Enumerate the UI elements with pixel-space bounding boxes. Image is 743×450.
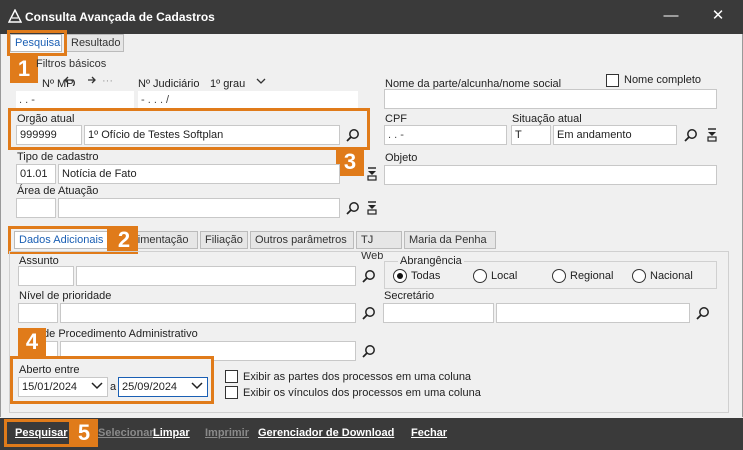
secretary-label: Secretário <box>384 290 435 302</box>
tab-resultado[interactable]: Resultado <box>66 34 124 52</box>
type-name-input[interactable]: Notícia de Fato <box>58 164 340 184</box>
organ-name-input[interactable]: 1º Ofício de Testes Softplan <box>84 125 340 145</box>
close-button[interactable]: ✕ <box>705 5 731 27</box>
chevron-down-icon[interactable] <box>91 382 103 390</box>
callout-badge-4: 4 <box>18 328 46 356</box>
full-name-checkbox[interactable] <box>606 74 619 87</box>
close-form-button[interactable]: Fechar <box>411 427 447 439</box>
status-label: Situação atual <box>512 113 582 125</box>
radio-selected-dot <box>397 273 403 279</box>
callout-frame-5 <box>4 419 72 447</box>
party-name-input[interactable] <box>384 89 717 109</box>
minimize-button[interactable]: — <box>658 5 684 27</box>
select-button[interactable]: Selecionar <box>98 427 154 439</box>
organ-code-input[interactable]: 999999 <box>16 125 82 145</box>
download-manager-button[interactable]: Gerenciador de Download <box>258 427 394 439</box>
callout-frame-2 <box>8 226 110 254</box>
scope-label-todas: Todas <box>411 270 441 282</box>
callout-frame-1 <box>7 30 67 56</box>
app-logo-icon <box>8 9 22 23</box>
chevron-down-icon[interactable] <box>191 382 203 390</box>
type-label: Tipo de cadastro <box>17 151 99 163</box>
callout-badge-1: 1 <box>10 55 38 83</box>
search-icon[interactable] <box>362 269 376 283</box>
basic-filters-legend: Filtros básicos <box>36 58 107 70</box>
search-icon[interactable] <box>346 201 360 215</box>
callout-badge-3: 3 <box>336 148 364 176</box>
instance-select[interactable]: 1º grau <box>210 78 245 90</box>
cpf-input[interactable]: . . - <box>384 125 507 145</box>
search-icon[interactable] <box>684 128 698 142</box>
title-bar: Consulta Avançada de Cadastros — ✕ <box>0 0 743 34</box>
tab-filiacao[interactable]: Filiação <box>200 231 248 249</box>
date-from-value: 15/01/2024 <box>22 381 78 393</box>
area-name-input[interactable] <box>58 198 340 218</box>
scope-radio-regional[interactable] <box>552 269 566 283</box>
area-label: Área de Atuação <box>17 185 99 197</box>
window-title: Consulta Avançada de Cadastros <box>25 10 215 24</box>
show-links-label: Exibir os vínculos dos processos em uma … <box>243 387 481 399</box>
date-to-value: 25/09/2024 <box>122 381 178 393</box>
tab-tj-web[interactable]: TJ Web <box>356 231 402 262</box>
search-icon[interactable] <box>346 128 360 142</box>
priority-label: Nível de prioridade <box>19 290 112 302</box>
judicial-number-label: Nº Judiciário <box>138 78 200 90</box>
scope-radio-todas[interactable] <box>393 269 407 283</box>
opened-between-label: Aberto entre <box>19 364 80 376</box>
priority-name-input[interactable] <box>60 303 356 323</box>
print-button[interactable]: Imprimir <box>205 427 249 439</box>
search-icon[interactable] <box>362 306 376 320</box>
clear-button[interactable]: Limpar <box>153 427 190 439</box>
show-parties-checkbox[interactable] <box>225 370 238 383</box>
scope-legend: Abrangência <box>398 255 464 267</box>
clear-filter-icon[interactable] <box>707 128 717 142</box>
scope-radio-local[interactable] <box>473 269 487 283</box>
date-separator: a <box>110 381 117 393</box>
full-name-label: Nome completo <box>624 74 702 86</box>
subject-name-input[interactable] <box>76 266 356 286</box>
chevron-down-icon[interactable] <box>256 78 266 85</box>
undo-icon[interactable] <box>64 76 78 86</box>
scope-label-local: Local <box>491 270 518 282</box>
cpf-label: CPF <box>385 113 407 125</box>
object-label: Objeto <box>385 152 418 164</box>
show-links-checkbox[interactable] <box>225 386 238 399</box>
search-icon[interactable] <box>696 306 710 320</box>
tab-outros-parametros[interactable]: Outros parâmetros <box>250 231 354 249</box>
scope-radio-nacional[interactable] <box>632 269 646 283</box>
tab-maria-da-penha[interactable]: Maria da Penha <box>404 231 496 249</box>
secretary-code-input[interactable] <box>383 303 494 323</box>
callout-badge-2: 2 <box>110 226 138 254</box>
organ-label: Orgão atual <box>17 113 75 125</box>
type-code-input[interactable]: 01.01 <box>16 164 56 184</box>
priority-code-input[interactable] <box>18 303 58 323</box>
status-name-input[interactable]: Em andamento <box>553 125 677 145</box>
more-icon[interactable]: ··· <box>102 75 113 87</box>
scope-label-nacional: Nacional <box>650 270 693 282</box>
status-code-input[interactable]: T <box>511 125 551 145</box>
search-icon[interactable] <box>362 344 376 358</box>
callout-badge-5: 5 <box>70 419 98 447</box>
subject-code-input[interactable] <box>18 266 74 286</box>
object-input[interactable] <box>384 165 717 185</box>
redo-icon[interactable] <box>84 76 96 86</box>
scope-label-regional: Regional <box>570 270 614 282</box>
clear-filter-icon[interactable] <box>367 167 377 181</box>
show-parties-label: Exibir as partes dos processos em uma co… <box>243 371 472 383</box>
area-code-input[interactable] <box>16 198 56 218</box>
secretary-name-input[interactable] <box>496 303 690 323</box>
clear-filter-icon[interactable] <box>367 201 377 215</box>
